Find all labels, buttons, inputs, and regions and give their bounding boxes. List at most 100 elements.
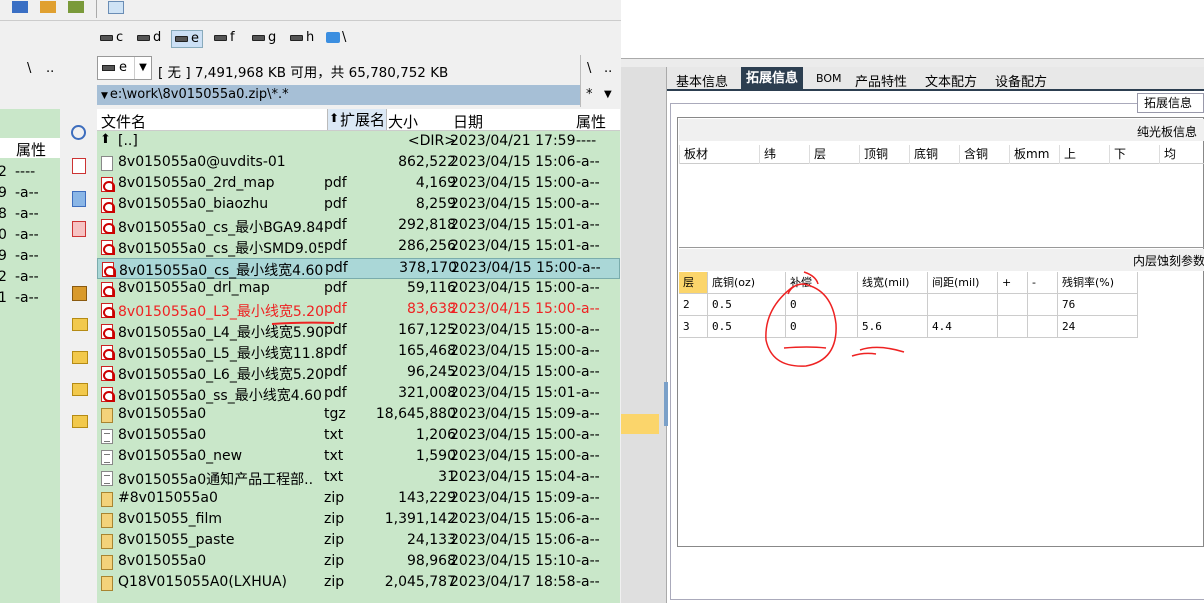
file-row[interactable]: #8v015055a0 zip 143,229 2023/04/15 15:09 -a-…: [97, 489, 620, 510]
section2-cell[interactable]: [998, 316, 1028, 338]
file-date: 2023/04/15 15:00: [450, 196, 576, 212]
section1-column-header[interactable]: 上: [1059, 145, 1109, 164]
section2-column-header[interactable]: +: [998, 272, 1028, 294]
file-row[interactable]: 8v015055a0 tgz 18,645,880 2023/04/15 15:09-…: [97, 405, 620, 426]
section1-column-header[interactable]: 层: [809, 145, 859, 164]
path-bar[interactable]: ▼ e:\work\8v015055a0.zip\*.*: [97, 85, 580, 105]
section2-cell[interactable]: [1028, 316, 1058, 338]
column-size[interactable]: 大小: [388, 111, 418, 132]
file-row[interactable]: 8v015055a0_biaozhu pdf 8,259 2023/04/15 15:…: [97, 195, 620, 216]
section1-column-header[interactable]: 底铜: [909, 145, 959, 164]
file-row[interactable]: 8v015055a0 txt 1,206 2023/04/15 15:00 -a--: [97, 426, 620, 447]
tab-basic-info[interactable]: 基本信息: [676, 71, 728, 90]
file-row[interactable]: 8v015055a0_cs_最小SMD9.055 pdf 286,256 2023/0…: [97, 237, 620, 258]
toolbar-icon-1[interactable]: [12, 1, 28, 13]
move-icon[interactable]: [72, 221, 86, 237]
file-row[interactable]: 8v015055a0_L6_最小线宽5.20.. pdf 96,245 2023/04…: [97, 363, 620, 384]
section1-column-header[interactable]: 纬: [759, 145, 809, 164]
compare-icon[interactable]: [72, 158, 86, 174]
filter-star[interactable]: *: [586, 87, 593, 102]
left-up-dots[interactable]: ..: [46, 61, 54, 76]
tab-text-recipe[interactable]: 文本配方: [925, 71, 977, 90]
file-row[interactable]: 8v015055a0_cs_最小BGA9.843 pdf 292,818 2023/0…: [97, 216, 620, 237]
section2-cell[interactable]: [1028, 294, 1058, 316]
section1-column-header[interactable]: 含铜: [959, 145, 1009, 164]
file-row[interactable]: ⬆ [..] <DIR> 2023/04/21 17:59 ----: [97, 132, 620, 153]
network-drive-button[interactable]: \: [326, 30, 346, 48]
left-pane-row[interactable]: 0 -a--: [0, 226, 60, 247]
package-icon[interactable]: [72, 286, 87, 301]
tab-bom[interactable]: BOM: [816, 72, 842, 85]
section2-column-header[interactable]: 间距(mil): [928, 272, 998, 294]
file-row[interactable]: 8v015055_paste zip 24,133 2023/04/15 15:06-…: [97, 531, 620, 552]
toolbar-icon-3[interactable]: [68, 1, 84, 13]
section2-column-header[interactable]: 层: [679, 272, 708, 294]
folder-icon[interactable]: [72, 415, 88, 428]
left-pane-row[interactable]: 8 -a--: [0, 205, 60, 226]
section1-column-header[interactable]: 下: [1109, 145, 1159, 164]
copy-icon[interactable]: [72, 191, 86, 207]
section2-cell[interactable]: 2: [679, 294, 708, 316]
file-row[interactable]: 8v015055a0_new txt 1,590 2023/04/15 15:00 -a…: [97, 447, 620, 468]
left-pane-row[interactable]: 2 ----: [0, 163, 60, 184]
toolbar-icon-2[interactable]: [40, 1, 56, 13]
file-row[interactable]: 8v015055a0_ss_最小线宽4.602 pdf 321,008 2023/04…: [97, 384, 620, 405]
new-folder-icon[interactable]: [72, 318, 88, 331]
file-ext: zip: [324, 511, 345, 527]
section2-cell[interactable]: [998, 294, 1028, 316]
left-pane-row[interactable]: 1 -a--: [0, 289, 60, 310]
notepad-icon[interactable]: [108, 1, 124, 14]
file-row[interactable]: 8v015055a0 zip 98,968 2023/04/15 15:10 -a--: [97, 552, 620, 573]
chevron-down-icon[interactable]: ▼: [134, 57, 151, 79]
drive-d-button[interactable]: d: [137, 30, 161, 48]
drive-g-button[interactable]: g: [252, 30, 276, 48]
section2-cell[interactable]: 76: [1058, 294, 1138, 316]
chevron-down-icon[interactable]: ▼: [101, 91, 108, 101]
file-row[interactable]: 8v015055_film zip 1,391,142 2023/04/15 15:0…: [97, 510, 620, 531]
section1-column-header[interactable]: 均: [1159, 145, 1204, 164]
file-row[interactable]: 8v015055a0_L5_最小线宽11.8.. pdf 165,468 2023/0…: [97, 342, 620, 363]
drive-c-button[interactable]: c: [100, 30, 123, 48]
tab-product-features[interactable]: 产品特性: [855, 71, 907, 90]
section2-cell[interactable]: 4.4: [928, 316, 998, 338]
section2-cell[interactable]: 24: [1058, 316, 1138, 338]
file-row[interactable]: 8v015055a0通知产品工程部.. txt 31 2023/04/15 15:04…: [97, 468, 620, 489]
column-attr[interactable]: 属性: [576, 111, 606, 132]
drive-h-button[interactable]: h: [290, 30, 314, 48]
section2-cell[interactable]: 3: [679, 316, 708, 338]
left-attr-header[interactable]: 属性: [0, 138, 60, 159]
file-row[interactable]: Q18V015055A0(LXHUA) zip 2,045,787 2023/04/1…: [97, 573, 620, 594]
root-button[interactable]: \: [587, 61, 591, 76]
section2-column-header[interactable]: 残铜率(%): [1058, 272, 1138, 294]
section1-column-header[interactable]: 顶铜: [859, 145, 909, 164]
file-row[interactable]: 8v015055a0_L4_最小线宽5.90.. pdf 167,125 2023/0…: [97, 321, 620, 342]
column-date[interactable]: 日期: [453, 111, 483, 132]
left-pane-row[interactable]: 2 -a--: [0, 268, 60, 289]
column-ext[interactable]: ⬆ 扩展名: [327, 109, 387, 130]
file-row[interactable]: 8v015055a0_drl_map pdf 59,116 2023/04/15 15…: [97, 279, 620, 300]
tab-equipment-recipe[interactable]: 设备配方: [995, 71, 1047, 90]
drive-e-button[interactable]: e: [171, 30, 203, 48]
section2-column-header[interactable]: -: [1028, 272, 1058, 294]
file-row[interactable]: 8v015055a0@uvdits-01 862,522 2023/04/15 15…: [97, 153, 620, 174]
parent-button[interactable]: ..: [604, 61, 612, 76]
file-row[interactable]: 8v015055a0_cs_最小线宽4.602 pdf 378,170 2023/04…: [97, 258, 620, 279]
file-row[interactable]: 8v015055a0_2rd_map pdf 4,169 2023/04/15 15:…: [97, 174, 620, 195]
file-name: 8v015055a0_ss_最小线宽4.602: [118, 388, 323, 404]
section1-column-header[interactable]: 板材: [679, 145, 759, 164]
folder-icon[interactable]: [72, 383, 88, 396]
tab-extended-info[interactable]: 拓展信息: [741, 67, 804, 91]
left-pane-row[interactable]: 9 -a--: [0, 247, 60, 268]
drive-f-button[interactable]: f: [214, 30, 235, 48]
drive-select[interactable]: e ▼: [97, 56, 152, 80]
section1-column-header[interactable]: 板mm: [1009, 145, 1059, 164]
column-name[interactable]: 文件名: [101, 111, 146, 132]
chevron-down-icon[interactable]: ▼: [604, 89, 612, 100]
file-row[interactable]: 8v015055a0_L3_最小线宽5.20.. pdf 83,638 2023/04…: [97, 300, 620, 321]
splitter-handle[interactable]: [664, 382, 668, 426]
search-icon[interactable]: [71, 125, 86, 140]
left-pane-row[interactable]: 9 -a--: [0, 184, 60, 205]
folder-icon[interactable]: [72, 351, 88, 364]
section2-cell[interactable]: [928, 294, 998, 316]
left-backslash[interactable]: \: [27, 61, 31, 76]
